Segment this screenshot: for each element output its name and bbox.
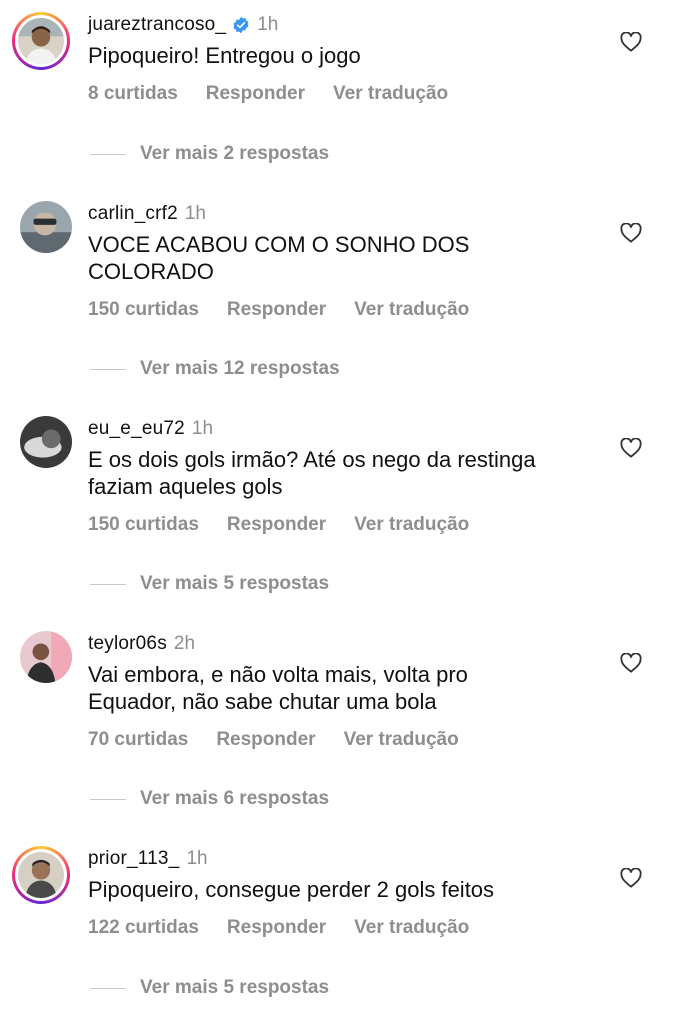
avatar-story-ring[interactable] xyxy=(12,12,70,70)
avatar[interactable] xyxy=(20,201,72,253)
avatar-image xyxy=(20,631,72,683)
likes-count[interactable]: 150 curtidas xyxy=(88,299,199,321)
heart-outline-icon[interactable] xyxy=(620,438,642,458)
replies-divider xyxy=(90,583,126,585)
comment-text: Pipoqueiro! Entregou o jogo xyxy=(88,43,361,68)
comment-text: Vai embora, e não volta mais, volta pro … xyxy=(88,662,468,714)
comment-text: VOCE ACABOU COM O SONHO DOS COLORADO xyxy=(88,232,470,284)
translate-button[interactable]: Ver tradução xyxy=(344,729,459,751)
view-more-replies-label: Ver mais 6 respostas xyxy=(140,788,330,809)
view-more-replies-label: Ver mais 5 respostas xyxy=(140,977,330,998)
avatar xyxy=(18,18,64,64)
timestamp: 1h xyxy=(191,418,214,439)
reply-button[interactable]: Responder xyxy=(227,917,326,939)
avatar-image xyxy=(20,416,72,468)
reply-button[interactable]: Responder xyxy=(206,83,305,105)
replies-divider xyxy=(90,368,126,370)
avatar xyxy=(18,852,64,898)
likes-count[interactable]: 150 curtidas xyxy=(88,514,199,536)
avatar[interactable] xyxy=(20,631,72,683)
translate-button[interactable]: Ver tradução xyxy=(354,917,469,939)
reply-button[interactable]: Responder xyxy=(216,729,315,751)
replies-divider xyxy=(90,153,126,155)
username[interactable]: eu_e_eu72 xyxy=(88,418,185,440)
view-more-replies[interactable]: Ver mais 2 respostas xyxy=(90,143,329,165)
translate-button[interactable]: Ver tradução xyxy=(333,83,448,105)
heart-outline-icon[interactable] xyxy=(620,32,642,52)
timestamp: 2h xyxy=(173,633,196,654)
comment-text: Pipoqueiro, consegue perder 2 gols feito… xyxy=(88,877,495,902)
translate-button[interactable]: Ver tradução xyxy=(354,299,469,321)
reply-button[interactable]: Responder xyxy=(227,299,326,321)
view-more-replies-label: Ver mais 5 respostas xyxy=(140,573,330,594)
username[interactable]: prior_113_ xyxy=(88,848,179,870)
heart-outline-icon[interactable] xyxy=(620,223,642,243)
timestamp: 1h xyxy=(186,848,208,869)
comment-text: E os dois gols irmão? Até os nego da res… xyxy=(88,447,536,499)
heart-outline-icon[interactable] xyxy=(620,868,642,888)
view-more-replies[interactable]: Ver mais 5 respostas xyxy=(90,573,329,595)
verified-badge-icon xyxy=(233,16,249,34)
avatar-story-ring[interactable] xyxy=(12,846,70,904)
replies-divider xyxy=(90,987,126,989)
avatar-image xyxy=(20,201,72,253)
username[interactable]: teylor06s xyxy=(88,633,167,655)
view-more-replies[interactable]: Ver mais 5 respostas xyxy=(90,977,329,999)
likes-count[interactable]: 8 curtidas xyxy=(88,83,178,105)
reply-button[interactable]: Responder xyxy=(227,514,326,536)
heart-outline-icon[interactable] xyxy=(620,653,642,673)
timestamp: 1h xyxy=(257,14,279,35)
likes-count[interactable]: 70 curtidas xyxy=(88,729,188,751)
username[interactable]: carlin_crf2 xyxy=(88,203,178,225)
view-more-replies[interactable]: Ver mais 6 respostas xyxy=(90,788,329,810)
view-more-replies-label: Ver mais 12 respostas xyxy=(140,358,340,379)
view-more-replies[interactable]: Ver mais 12 respostas xyxy=(90,358,340,380)
comments-list: juareztrancoso_ 1h Pipoqueiro! Entregou … xyxy=(0,0,680,1024)
view-more-replies-label: Ver mais 2 respostas xyxy=(140,143,330,164)
username[interactable]: juareztrancoso_ xyxy=(88,14,226,36)
avatar[interactable] xyxy=(20,416,72,468)
replies-divider xyxy=(90,798,126,800)
likes-count[interactable]: 122 curtidas xyxy=(88,917,199,939)
translate-button[interactable]: Ver tradução xyxy=(354,514,469,536)
timestamp: 1h xyxy=(184,203,206,224)
